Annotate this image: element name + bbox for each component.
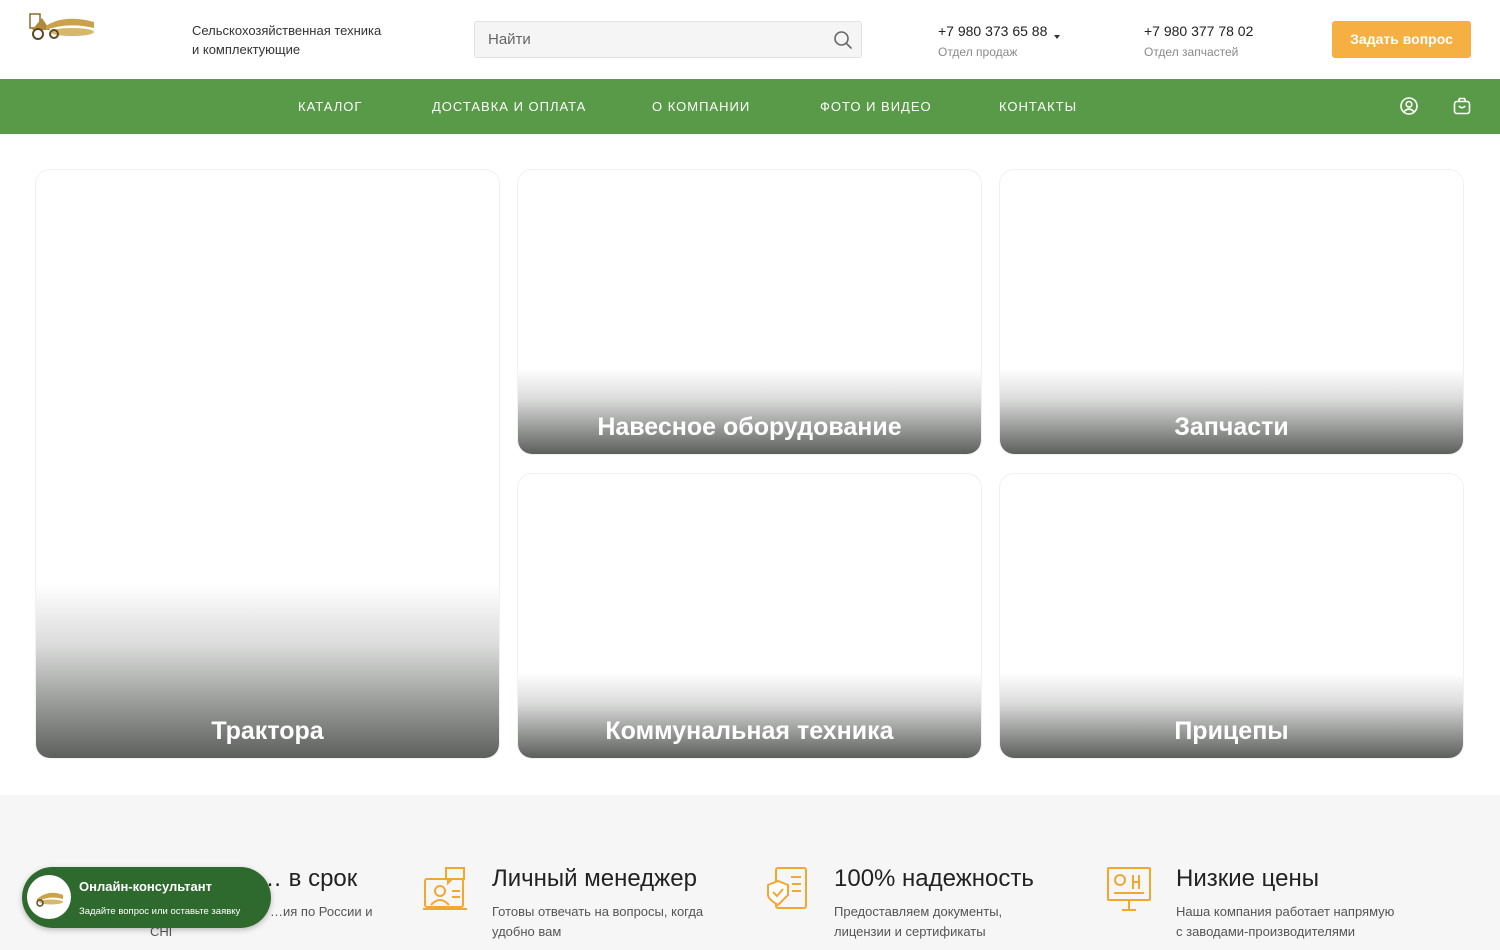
- ask-question-button[interactable]: Задать вопрос: [1332, 21, 1471, 58]
- phone-sales-number[interactable]: +7 980 373 65 88: [938, 23, 1047, 39]
- user-icon[interactable]: [1399, 96, 1419, 116]
- tagline-line-2: и комплектующие: [192, 42, 301, 57]
- search-box: [474, 21, 862, 58]
- phone-sales: +7 980 373 65 88 Отдел продаж: [938, 23, 1061, 59]
- catalog-tile-attachments[interactable]: Навесное оборудование: [518, 170, 981, 454]
- phone-parts-dept: Отдел запчастей: [1144, 45, 1239, 59]
- chevron-down-icon[interactable]: [1054, 35, 1061, 39]
- search-input[interactable]: [475, 22, 825, 57]
- main-nav: КАТАЛОГ ДОСТАВКА И ОПЛАТА О КОМПАНИИ ФОТ…: [0, 79, 1500, 134]
- tile-label: Навесное оборудование: [597, 413, 902, 441]
- feature-text-line-1: Предоставляем документы,: [834, 904, 1003, 919]
- site-tagline: Сельскохозяйственная техника и комплекту…: [192, 21, 422, 59]
- consultant-subtitle: Задайте вопрос или оставьте заявку: [79, 906, 241, 917]
- manager-icon: [423, 867, 467, 910]
- phone-parts-number[interactable]: +7 980 377 78 02: [1144, 23, 1253, 39]
- catalog-tile-municipal[interactable]: Коммунальная техника: [518, 474, 981, 758]
- avatar: [27, 875, 71, 919]
- tagline-line-1: Сельскохозяйственная техника: [192, 23, 382, 38]
- search-icon[interactable]: [833, 30, 853, 50]
- feature-title: Низкие цены: [1176, 865, 1319, 892]
- logo-icon[interactable]: [28, 12, 100, 42]
- consultant-title: Онлайн-консультант: [79, 879, 212, 894]
- catalog-tile-trailers[interactable]: Прицепы: [1000, 474, 1463, 758]
- site-header: Сельскохозяйственная техника и комплекту…: [0, 0, 1500, 79]
- feature-title: Личный менеджер: [492, 865, 697, 892]
- tile-label: Трактора: [211, 717, 324, 745]
- feature-text: Готовы отвечать на вопросы, когда удобно…: [492, 902, 742, 942]
- nav-item-contacts[interactable]: КОНТАКТЫ: [999, 99, 1077, 114]
- cart-icon[interactable]: [1452, 96, 1472, 116]
- price-board-icon: [1107, 867, 1151, 911]
- feature-text-line-2: лицензии и сертификаты: [834, 924, 986, 939]
- online-consultant-widget[interactable]: Онлайн-консультант Задайте вопрос или ос…: [22, 867, 271, 928]
- phone-parts: +7 980 377 78 02 Отдел запчастей: [1144, 23, 1253, 59]
- catalog-tile-parts[interactable]: Запчасти: [1000, 170, 1463, 454]
- feature-text-line-2: удобно вам: [492, 924, 562, 939]
- feature-title: … в срок: [258, 865, 358, 892]
- nav-item-about[interactable]: О КОМПАНИИ: [652, 99, 750, 114]
- feature-text: Предоставляем документы, лицензии и серт…: [834, 902, 1084, 942]
- nav-item-catalog[interactable]: КАТАЛОГ: [298, 99, 362, 114]
- nav-item-delivery[interactable]: ДОСТАВКА И ОПЛАТА: [432, 99, 586, 114]
- tile-label: Коммунальная техника: [605, 717, 894, 745]
- feature-text-line-1: Готовы отвечать на вопросы, когда: [492, 904, 704, 919]
- feature-title: 100% надежность: [834, 865, 1034, 892]
- tile-label: Запчасти: [1174, 413, 1289, 441]
- tile-label: Прицепы: [1174, 717, 1289, 745]
- feature-text-line-1: Наша компания работает напрямую: [1176, 904, 1395, 919]
- nav-item-media[interactable]: ФОТО И ВИДЕО: [820, 99, 932, 114]
- feature-text-line-2: с заводами-производителями: [1176, 924, 1356, 939]
- logo-icon: [36, 892, 63, 907]
- certificate-icon: [767, 867, 807, 909]
- phone-sales-dept: Отдел продаж: [938, 45, 1018, 59]
- feature-text: Наша компания работает напрямую с завода…: [1176, 902, 1426, 942]
- catalog-tile-tractors[interactable]: Трактора: [36, 170, 499, 758]
